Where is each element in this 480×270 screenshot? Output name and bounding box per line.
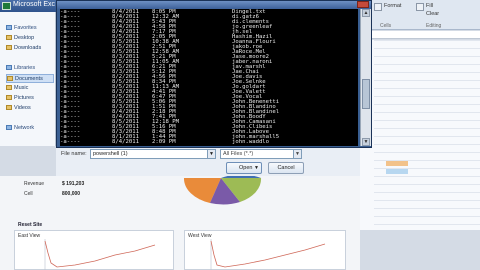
gridline bbox=[374, 216, 480, 217]
cmd-close-button[interactable] bbox=[357, 1, 369, 8]
gridline bbox=[374, 104, 480, 105]
star-icon bbox=[6, 25, 12, 30]
ribbon: Format Fill Clear Cells Editing bbox=[360, 0, 480, 30]
nav-libraries[interactable]: Libraries bbox=[6, 64, 54, 73]
open-dialog-footer: File name: powershell (1) ▼ All Files (*… bbox=[56, 146, 360, 176]
scrollbar-thumb[interactable] bbox=[362, 79, 370, 109]
pictures-icon bbox=[6, 95, 12, 100]
fill-icon[interactable] bbox=[416, 3, 424, 11]
gridline bbox=[374, 64, 480, 65]
gridline bbox=[374, 160, 480, 161]
gridline bbox=[374, 72, 480, 73]
gridline bbox=[374, 80, 480, 81]
console-line: -a---- 8/4/2011 2:09 PM john.waddlo bbox=[60, 139, 358, 146]
cells-group-label: Cells bbox=[380, 23, 392, 29]
cell-value: 800,000 bbox=[62, 191, 81, 197]
nav-pictures[interactable]: Pictures bbox=[6, 94, 54, 103]
west-chart: West View bbox=[184, 230, 346, 270]
gridline bbox=[374, 112, 480, 113]
clear-button[interactable]: Clear bbox=[426, 11, 439, 17]
gridline bbox=[374, 88, 480, 89]
nav-favorites[interactable]: Favorites bbox=[6, 24, 54, 33]
excel-window-title: Microsoft Exc bbox=[13, 1, 56, 8]
nav-downloads[interactable]: Downloads bbox=[6, 44, 54, 53]
gridline bbox=[374, 184, 480, 185]
gridline bbox=[374, 136, 480, 137]
west-chart-line bbox=[210, 240, 326, 268]
console-time: 2:09 PM bbox=[152, 139, 176, 145]
console-attr: -a---- bbox=[60, 139, 81, 145]
gridline bbox=[374, 176, 480, 177]
column-header-strip bbox=[370, 31, 480, 39]
chevron-down-icon[interactable]: ▼ bbox=[207, 150, 215, 158]
file-name-input[interactable]: powershell (1) ▼ bbox=[90, 149, 216, 159]
scroll-down-arrow-icon[interactable]: ▼ bbox=[362, 138, 370, 146]
file-type-select[interactable]: All Files (*.*) ▼ bbox=[220, 149, 302, 159]
gridline bbox=[374, 208, 480, 209]
file-name-label: File name: bbox=[61, 151, 87, 157]
music-icon bbox=[6, 85, 12, 90]
chevron-down-icon[interactable]: ▼ bbox=[293, 150, 301, 158]
excel-logo-icon bbox=[2, 2, 11, 10]
console-output[interactable]: -a---- 8/4/2011 8:05 PM Dingel.txt -a---- 8/4… bbox=[60, 9, 358, 146]
open-button[interactable]: Open ▼ bbox=[226, 162, 262, 174]
desktop-icon bbox=[6, 35, 12, 40]
gridline bbox=[374, 40, 480, 41]
gridline bbox=[374, 96, 480, 97]
fill-button[interactable]: Fill bbox=[426, 3, 433, 9]
console-name: john.waddlo bbox=[232, 139, 270, 145]
east-chart-line bbox=[44, 240, 156, 268]
command-prompt-window: -a---- 8/4/2011 8:05 PM Dingel.txt -a---- 8/4… bbox=[56, 0, 372, 148]
cell-label: Cell bbox=[24, 191, 33, 197]
format-button[interactable]: Format bbox=[384, 3, 401, 9]
east-chart-svg bbox=[44, 239, 156, 270]
nav-desktop[interactable]: Desktop bbox=[6, 34, 54, 43]
scroll-up-arrow-icon[interactable]: ▲ bbox=[362, 9, 370, 17]
gridline bbox=[374, 192, 480, 193]
gridline bbox=[374, 128, 480, 129]
section-title: Reset Site bbox=[18, 222, 43, 228]
east-chart: East View bbox=[14, 230, 174, 270]
documents-icon bbox=[7, 76, 13, 81]
nav-music[interactable]: Music bbox=[6, 84, 54, 93]
cmd-title-bar[interactable] bbox=[57, 1, 371, 9]
console-scrollbar[interactable]: ▲ ▼ bbox=[360, 9, 371, 146]
west-chart-svg bbox=[210, 239, 326, 270]
cancel-button[interactable]: Cancel bbox=[268, 162, 304, 174]
gridline bbox=[374, 152, 480, 153]
nav-network[interactable]: Network bbox=[6, 124, 54, 133]
format-icon[interactable] bbox=[374, 3, 382, 11]
downloads-icon bbox=[6, 45, 12, 50]
nav-videos[interactable]: Videos bbox=[6, 104, 54, 113]
gridline bbox=[374, 120, 480, 121]
pie-chart bbox=[183, 176, 262, 205]
gridline bbox=[374, 200, 480, 201]
editing-group-label: Editing bbox=[426, 23, 442, 29]
console-date: 8/4/2011 bbox=[112, 139, 139, 145]
pie-slice bbox=[221, 176, 261, 178]
nav-documents[interactable]: Documents bbox=[6, 74, 54, 83]
network-icon bbox=[6, 125, 12, 130]
videos-icon bbox=[6, 105, 12, 110]
chevron-down-icon[interactable]: ▼ bbox=[254, 163, 259, 174]
libraries-icon bbox=[6, 65, 12, 70]
gridline bbox=[374, 144, 480, 145]
gridline bbox=[374, 56, 480, 57]
navigation-pane: Favorites Desktop Downloads Libraries Do… bbox=[0, 12, 56, 146]
gridline bbox=[374, 224, 480, 225]
revenue-value: $ 191,203 bbox=[62, 181, 85, 187]
gridline bbox=[374, 48, 480, 49]
gridline bbox=[374, 168, 480, 169]
spreadsheet-area[interactable] bbox=[360, 40, 480, 230]
revenue-label: Revenue bbox=[24, 181, 45, 187]
